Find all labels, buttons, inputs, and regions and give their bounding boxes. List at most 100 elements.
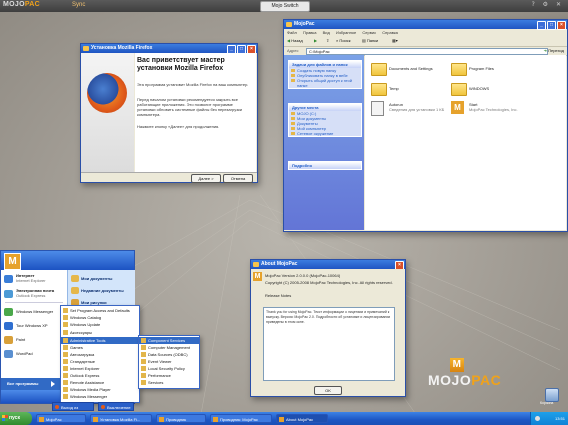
menu-item[interactable]: Windows Messenger [61,393,139,400]
file-program-files[interactable]: Program Files [469,66,494,71]
menu-item-label: Data Sources (ODBC) [148,352,188,357]
program-icon [63,315,68,320]
menu-item[interactable]: Event Viewer [139,358,199,365]
windows-logo-icon [2,415,8,421]
other-places-title[interactable]: Другие места [289,104,361,111]
task-explorer[interactable]: Проводник [156,414,206,423]
mojo-switch-tab[interactable]: Mojo Switch [260,1,310,12]
task-firefox-setup[interactable]: Установка Mozilla Fi... [90,414,152,423]
menu-item[interactable]: Games [61,344,139,351]
start-item-paint[interactable]: Paint [3,334,25,346]
folder-icon[interactable] [451,83,467,96]
program-icon [63,308,68,313]
explorer-toolbar: ◀ Назад ▶ ⇧ ⌕ Поиск ▤ Папки ▦▾ [284,36,567,47]
start-button[interactable]: пуск [0,412,32,425]
folder-icon[interactable] [371,63,387,76]
explorer-titlebar[interactable]: MojoPac _ □ × [284,20,567,30]
start-item-label: Paint [16,337,26,342]
clock[interactable]: 13:51 [555,416,565,421]
menu-favorites[interactable]: Избранное [336,30,356,35]
start-item-tour[interactable]: Tour Windows XP [3,320,48,332]
menu-item[interactable]: Outlook Express [61,372,139,379]
menu-item[interactable]: Local Security Policy [139,365,199,372]
all-programs-button[interactable]: Все программы [1,378,67,390]
avatar[interactable]: M [4,253,21,270]
menu-item[interactable]: Computer Management [139,344,199,351]
topbar-icons[interactable]: ? ⚙ ✕ [532,1,564,8]
menu-item[interactable]: Performance [139,372,199,379]
recycle-bin-icon[interactable] [545,388,559,402]
menu-item[interactable]: Windows Update [61,321,139,328]
menu-view[interactable]: Вид [323,30,330,35]
shutdown-button[interactable]: Выключение [98,402,134,411]
address-input[interactable]: C:\MojoPac [306,48,548,55]
search-button[interactable]: ⌕ Поиск [336,38,350,44]
details-title[interactable]: Подробно [289,162,361,169]
back-button[interactable]: ◀ Назад [287,38,303,44]
maximize-icon[interactable]: □ [547,21,556,30]
cancel-button[interactable]: Отмена [223,174,253,183]
tray-icon[interactable] [535,416,540,421]
menu-item-label: Event Viewer [148,359,172,364]
ini-file-icon[interactable] [371,101,384,116]
folders-button[interactable]: ▤ Папки [362,38,378,44]
views-button[interactable]: ▦▾ [392,38,398,44]
next-button[interactable]: Далее > [191,174,221,183]
task-about-mojopac[interactable]: About MojoPac [276,414,328,423]
file-documents-and-settings[interactable]: Documents and Settings [389,66,433,71]
menu-item[interactable]: Стандартные [61,358,139,365]
task-explorer-mojopac[interactable]: Проводник: MojoPac [210,414,272,423]
place-network[interactable]: Сетевое окружение [289,131,361,136]
close-icon[interactable]: × [557,21,566,30]
menu-item[interactable]: Set Program Access and Defaults [61,307,139,314]
about-release-label: Release Notes [265,293,292,298]
recycle-bin-label: Корзина [540,401,554,405]
ok-button[interactable]: OK [314,386,342,395]
file-tasks-title[interactable]: Задачи для файлов и папок [289,61,361,68]
task-mojopac[interactable]: MojoPac [36,414,86,423]
menu-item[interactable]: Windows Media Player [61,386,139,393]
firefox-setup-titlebar[interactable]: Установка Mozilla Firefox _ □ × [81,44,257,54]
menu-edit[interactable]: Правка [303,30,317,35]
menu-file[interactable]: Файл [287,30,297,35]
task-share[interactable]: Открыть общий доступ к этой папке [289,78,361,88]
menu-item[interactable]: Аксессуары [61,329,139,336]
menu-item-component-services[interactable]: Component Services [139,337,199,344]
file-windows[interactable]: WINDOWS [469,86,489,91]
file-temp[interactable]: Temp [389,86,399,91]
minimize-icon[interactable]: _ [537,21,546,30]
folder-icon[interactable] [371,83,387,96]
back-arrow-icon: ◀ [287,38,291,43]
menu-item-label: Set Program Access and Defaults [70,308,130,313]
mojopac-logo-icon: M [253,272,262,281]
menu-item[interactable]: Автозагрузка [61,351,139,358]
about-text-area[interactable]: Thank you for using MojoPac. Текст инфор… [263,307,395,381]
firefox-setup-window: Установка Mozilla Firefox _ □ × Вас прив… [80,43,258,183]
start-recent-documents[interactable]: Недавние документы [70,286,124,296]
logoff-button[interactable]: Выход из системы [52,402,94,419]
program-icon [63,330,68,335]
start-item-email[interactable]: Электронная почта Outlook Express [3,288,54,300]
up-folder-icon[interactable]: ⇧ [326,38,329,44]
forward-arrow-icon[interactable]: ▶ [314,38,317,44]
tool-icon [141,352,146,357]
menu-item[interactable]: Windows Catalog [61,314,139,321]
start-item-messenger[interactable]: Windows Messenger [3,306,53,318]
go-button[interactable]: ➜ Переход [544,48,564,53]
folder-icon [286,22,292,27]
menu-item[interactable]: Internet Explorer [61,365,139,372]
start-my-documents[interactable]: Мои документы [70,274,112,284]
folder-icon[interactable] [451,63,467,76]
about-titlebar[interactable]: About MojoPac × [251,260,405,270]
start-item-internet[interactable]: Интернет Internet Explorer [3,273,46,285]
start-item-wordpad[interactable]: WordPad [3,348,33,360]
menu-item[interactable]: Remote Assistance [61,379,139,386]
menu-item-administrative-tools[interactable]: Administrative Tools [61,337,139,344]
menu-item[interactable]: Services [139,379,199,386]
system-tray: 13:51 [530,412,568,425]
menu-help[interactable]: Справка [382,30,398,35]
menu-item[interactable]: Data Sources (ODBC) [139,351,199,358]
menu-tools[interactable]: Сервис [362,30,376,35]
sync-menu[interactable]: Sync [72,2,85,8]
mojopac-app-icon[interactable]: M [451,101,464,114]
